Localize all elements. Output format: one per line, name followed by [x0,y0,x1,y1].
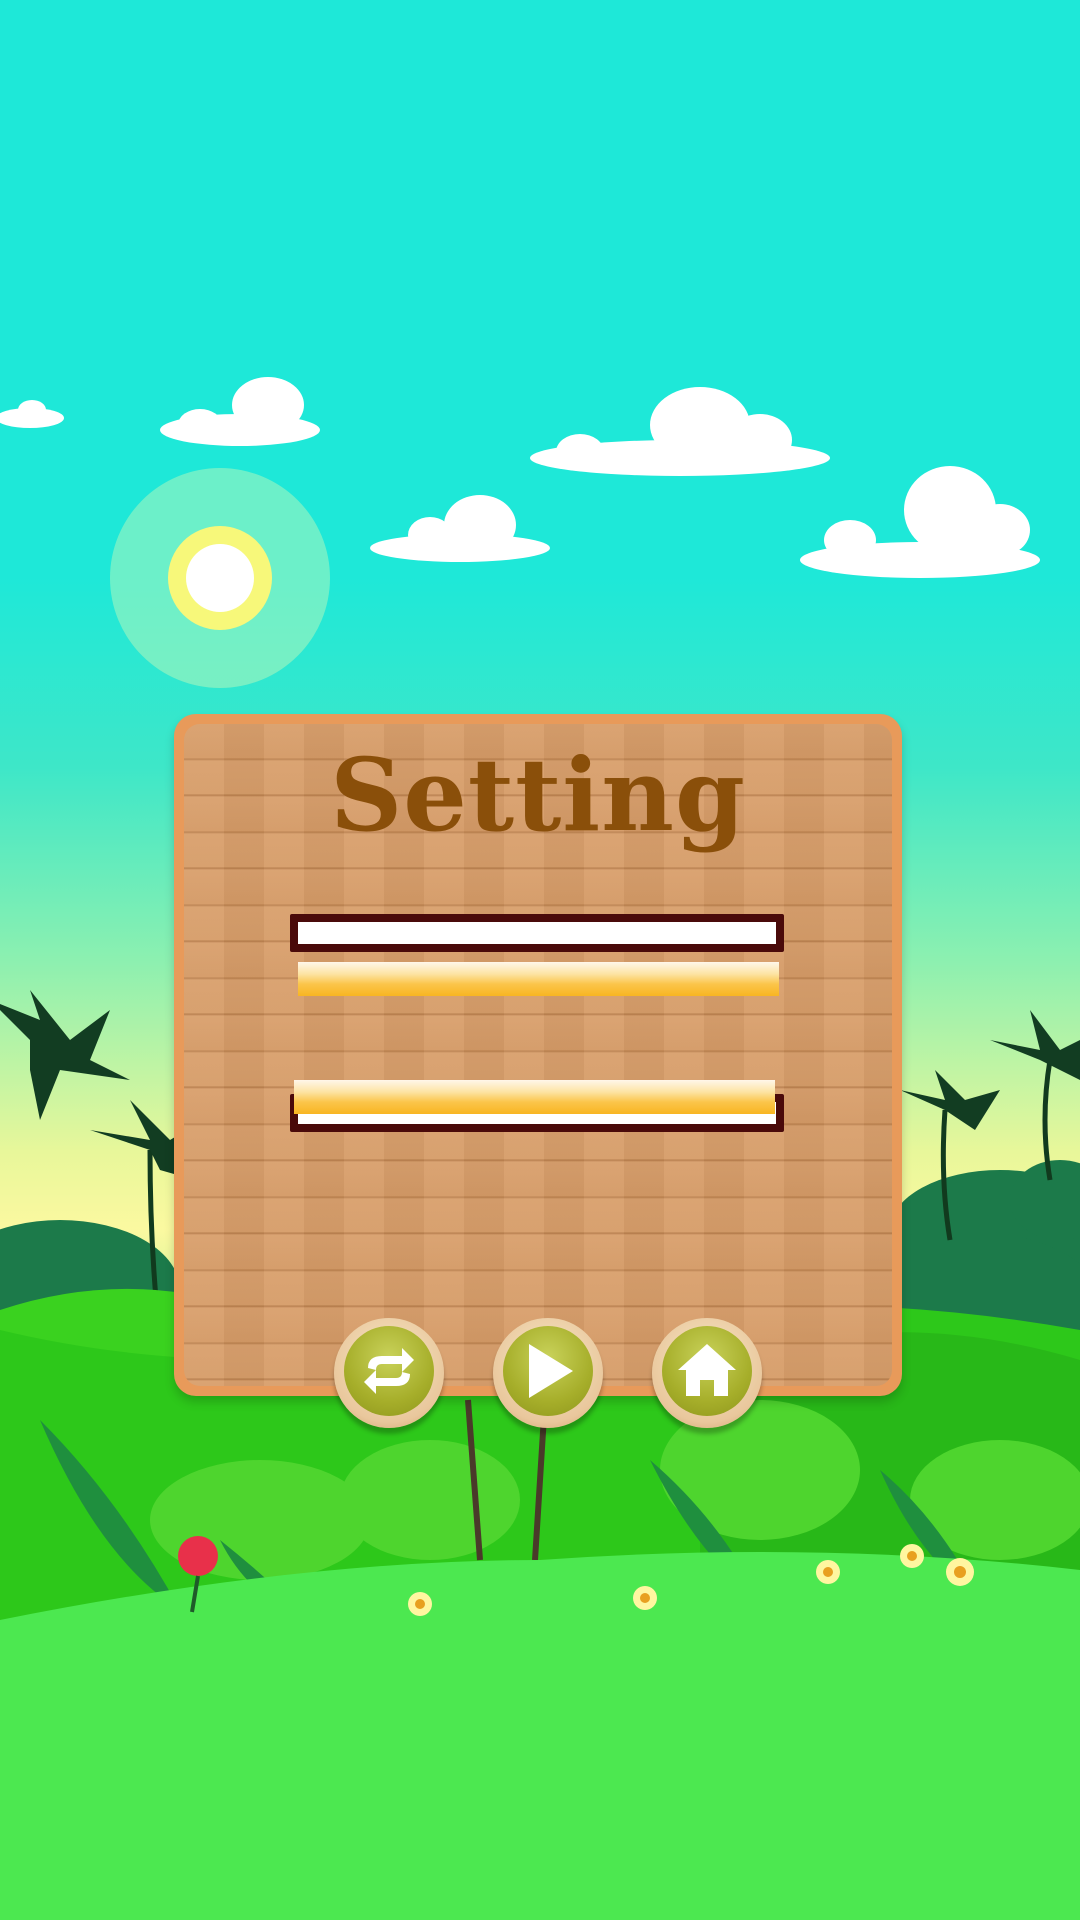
repeat-icon [364,1348,414,1394]
restart-button[interactable] [334,1318,444,1428]
slider-2[interactable] [290,1080,784,1132]
slider-1-track [290,914,784,952]
page-title: Setting [330,736,746,854]
settings-panel: Setting [174,714,902,1396]
slider-1[interactable] [290,914,784,996]
game-scene: Setting [0,0,1080,1920]
home-button[interactable] [652,1318,762,1428]
play-icon [529,1344,573,1398]
slider-1-fill[interactable] [298,962,779,996]
home-icon [678,1344,736,1396]
slider-2-fill[interactable] [294,1080,775,1114]
play-button[interactable] [493,1318,603,1428]
